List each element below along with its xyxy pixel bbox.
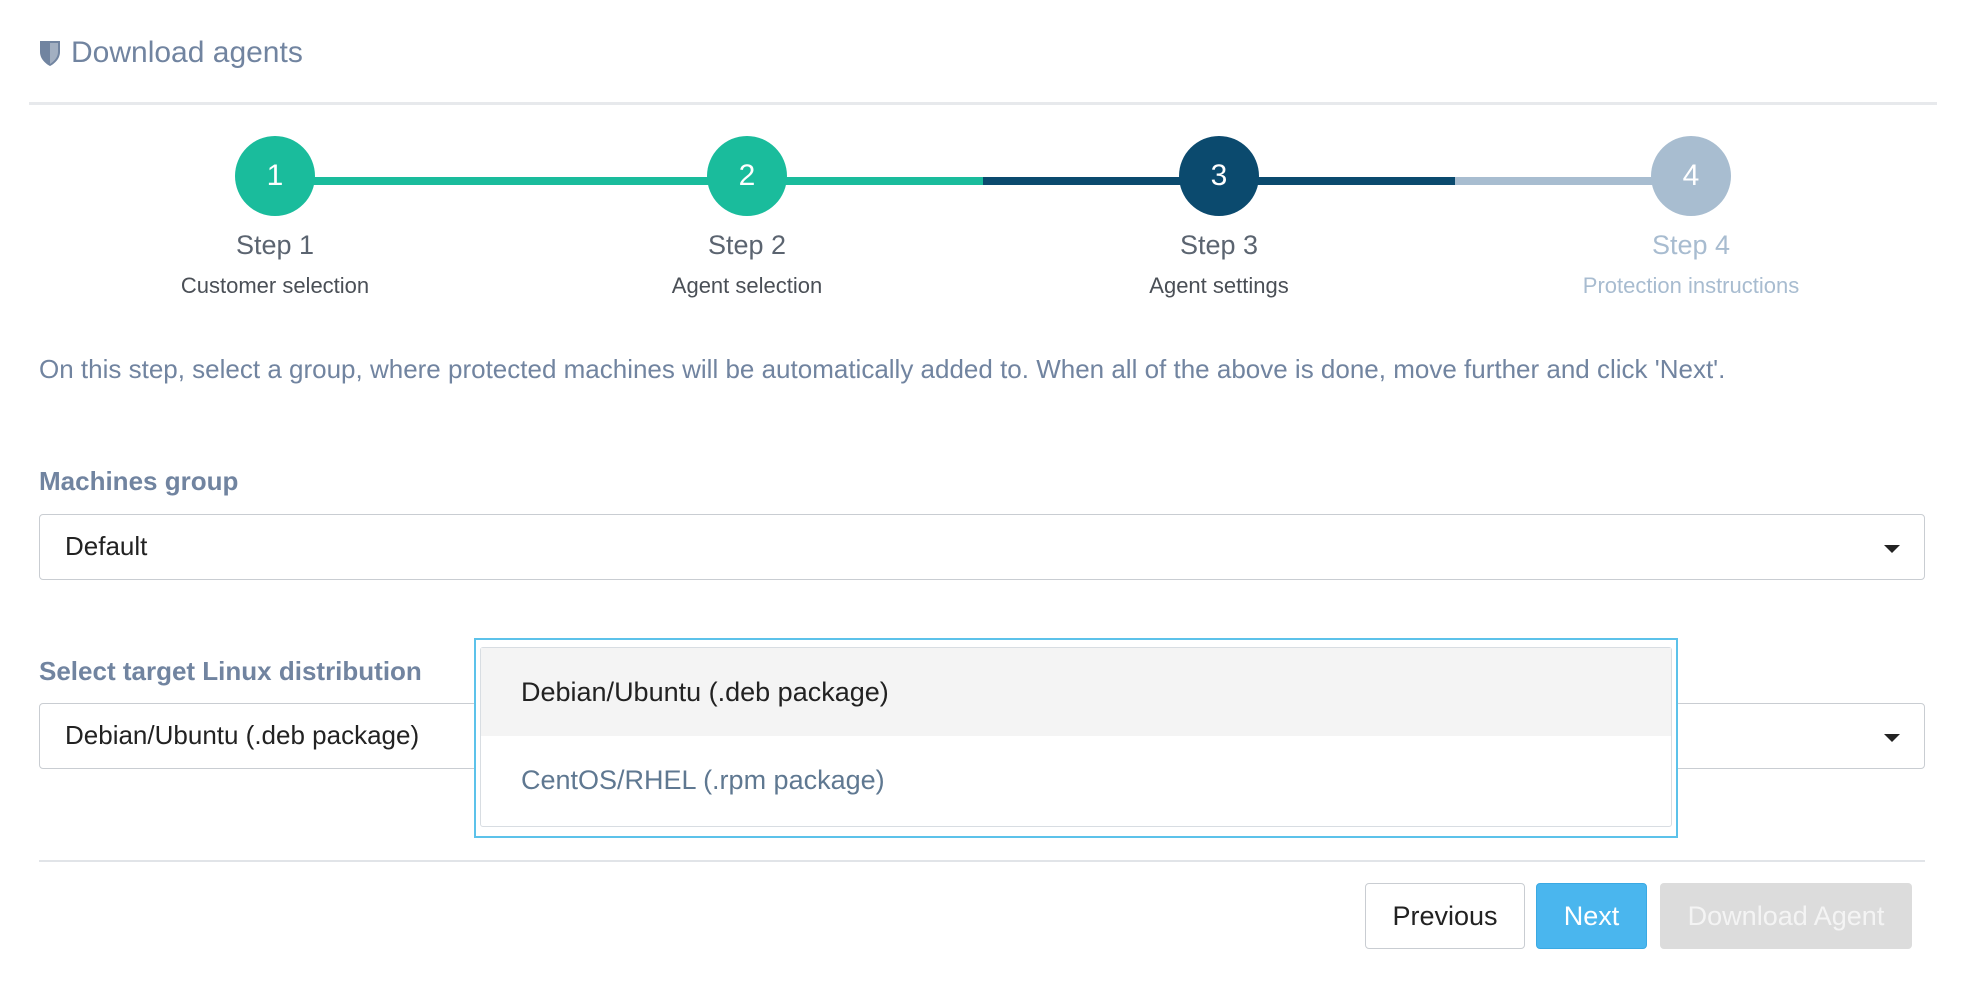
step-2-subtitle: Agent selection (671, 273, 823, 298)
step-1-circle: 1 (235, 136, 315, 216)
header-divider (29, 102, 1937, 105)
step-4-title: Step 4 (1651, 230, 1731, 260)
step-description: On this step, select a group, where prot… (39, 354, 1726, 384)
chevron-down-icon (1884, 545, 1900, 553)
step-4-subtitle: Protection instructions (1582, 273, 1800, 298)
step-3-title: Step 3 (1179, 230, 1259, 260)
linux-distribution-label: Select target Linux distribution (39, 656, 422, 686)
step-1[interactable]: 1 Step 1 Customer selection (125, 136, 425, 299)
step-4: 4 Step 4 Protection instructions (1541, 136, 1841, 299)
dropdown-option-debian[interactable]: Debian/Ubuntu (.deb package) (481, 648, 1671, 736)
step-3-subtitle: Agent settings (1149, 273, 1289, 298)
machines-group-label: Machines group (39, 466, 239, 496)
step-1-title: Step 1 (235, 230, 315, 260)
footer-divider (39, 860, 1925, 862)
next-button[interactable]: Next (1536, 883, 1647, 949)
download-agents-wizard: Download agents 1 Step 1 Customer select… (0, 0, 1972, 986)
machines-group-select[interactable]: Default (39, 514, 1925, 580)
download-agent-button: Download Agent (1660, 883, 1912, 949)
machines-group-value: Default (65, 531, 148, 561)
step-2-circle: 2 (707, 136, 787, 216)
page-header: Download agents (39, 36, 303, 70)
linux-distribution-dropdown: Debian/Ubuntu (.deb package) CentOS/RHEL… (474, 638, 1678, 838)
dropdown-option-centos[interactable]: CentOS/RHEL (.rpm package) (481, 736, 1671, 824)
previous-button[interactable]: Previous (1365, 883, 1525, 949)
linux-distribution-value: Debian/Ubuntu (.deb package) (65, 720, 420, 750)
dropdown-list: Debian/Ubuntu (.deb package) CentOS/RHEL… (480, 647, 1672, 827)
step-2-title: Step 2 (707, 230, 787, 260)
shield-icon (40, 41, 60, 66)
page-title: Download agents (71, 36, 303, 69)
step-3[interactable]: 3 Step 3 Agent settings (1069, 136, 1369, 299)
step-2[interactable]: 2 Step 2 Agent selection (597, 136, 897, 299)
step-1-subtitle: Customer selection (180, 273, 370, 298)
step-3-circle: 3 (1179, 136, 1259, 216)
chevron-down-icon (1884, 734, 1900, 742)
step-4-circle: 4 (1651, 136, 1731, 216)
